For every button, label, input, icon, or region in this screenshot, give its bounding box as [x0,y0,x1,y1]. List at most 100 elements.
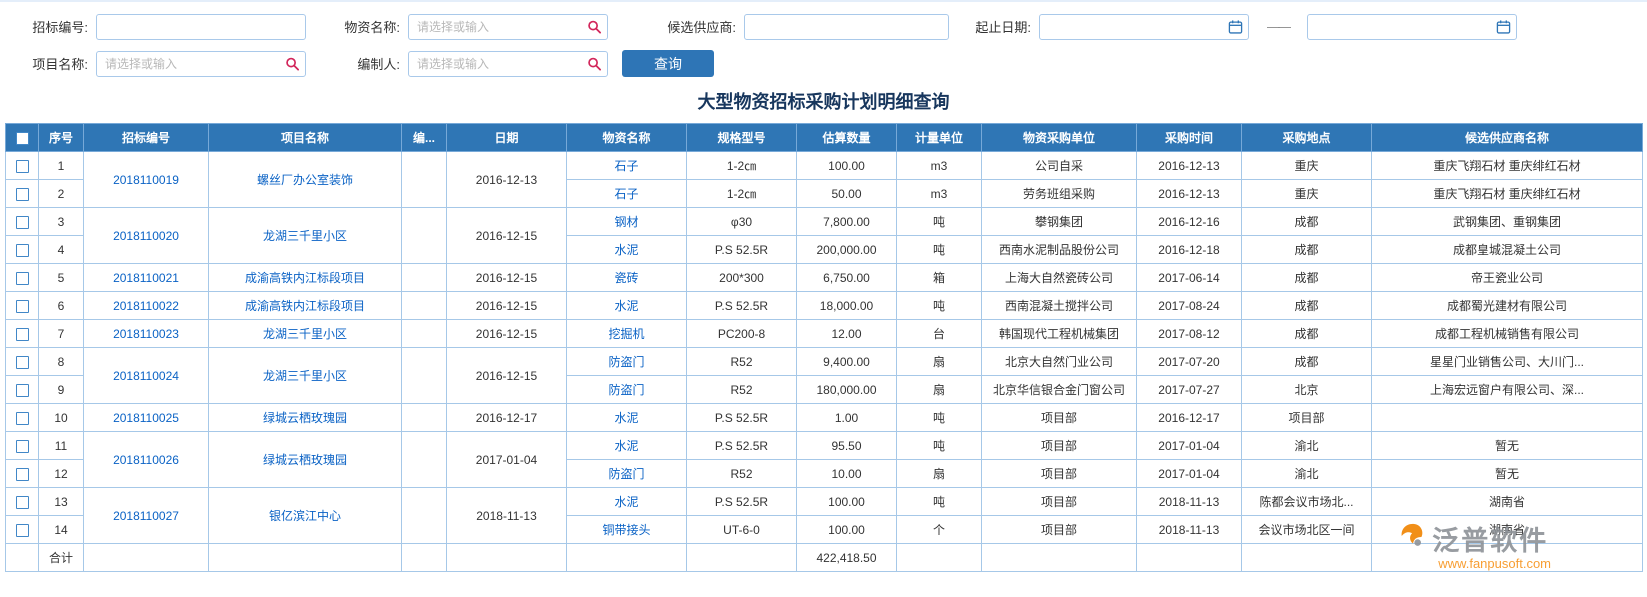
table-cell[interactable]: 瓷砖 [567,264,687,292]
table-cell[interactable]: 2018110022 [84,292,209,320]
row-checkbox[interactable] [16,216,29,229]
table-cell[interactable]: 龙湖三千里小区 [209,348,402,404]
row-checkbox[interactable] [16,384,29,397]
row-checkbox-cell[interactable] [6,236,39,264]
row-checkbox-cell[interactable] [6,320,39,348]
row-checkbox-cell[interactable] [6,376,39,404]
row-checkbox[interactable] [16,160,29,173]
cell-link[interactable]: 绿城云栖玫瑰园 [263,453,347,467]
table-cell[interactable]: 2018110019 [84,152,209,208]
row-checkbox-cell[interactable] [6,432,39,460]
cell-link[interactable]: 2018110024 [113,369,179,383]
table-cell[interactable]: 石子 [567,180,687,208]
row-checkbox-cell[interactable] [6,292,39,320]
table-cell[interactable]: 2018110025 [84,404,209,432]
cell-link[interactable]: 2018110022 [113,299,179,313]
row-checkbox-cell[interactable] [6,516,39,544]
row-checkbox-cell[interactable] [6,180,39,208]
cell-link[interactable]: 防盗门 [608,383,644,397]
material-name-input[interactable] [408,14,608,40]
search-icon[interactable] [587,19,602,34]
row-checkbox[interactable] [16,440,29,453]
compiler-input[interactable] [408,51,608,77]
table-cell[interactable]: 成渝高铁内江标段项目 [209,264,402,292]
select-all-header-cell[interactable] [6,124,39,152]
cell-link[interactable]: 水泥 [614,495,638,509]
project-name-input[interactable] [96,51,306,77]
row-checkbox[interactable] [16,524,29,537]
table-cell[interactable]: 2018110023 [84,320,209,348]
select-all-checkbox[interactable] [16,132,29,145]
calendar-icon[interactable] [1496,19,1511,34]
table-cell[interactable]: 成渝高铁内江标段项目 [209,292,402,320]
row-checkbox[interactable] [16,328,29,341]
row-checkbox-cell[interactable] [6,208,39,236]
cell-link[interactable]: 水泥 [614,243,638,257]
cell-link[interactable]: 2018110026 [113,453,179,467]
cell-link[interactable]: 银亿滨江中心 [269,509,341,523]
date-end-input[interactable] [1307,14,1517,40]
cell-link[interactable]: 防盗门 [608,355,644,369]
row-checkbox-cell[interactable] [6,488,39,516]
calendar-icon[interactable] [1228,19,1243,34]
table-cell[interactable]: 水泥 [567,292,687,320]
date-start-input[interactable] [1039,14,1249,40]
row-checkbox[interactable] [16,356,29,369]
cell-link[interactable]: 水泥 [614,299,638,313]
table-cell[interactable]: 防盗门 [567,376,687,404]
row-checkbox[interactable] [16,244,29,257]
cell-link[interactable]: 2018110020 [113,229,179,243]
row-checkbox[interactable] [16,496,29,509]
search-icon[interactable] [285,56,300,71]
table-cell[interactable]: 2018110021 [84,264,209,292]
cell-link[interactable]: 龙湖三千里小区 [263,369,347,383]
cell-link[interactable]: 成渝高铁内江标段项目 [245,271,365,285]
table-cell[interactable]: 水泥 [567,488,687,516]
table-cell[interactable]: 防盗门 [567,460,687,488]
row-checkbox[interactable] [16,412,29,425]
table-cell[interactable]: 铜带接头 [567,516,687,544]
row-checkbox[interactable] [16,272,29,285]
table-cell[interactable]: 2018110026 [84,432,209,488]
cell-link[interactable]: 瓷砖 [614,271,638,285]
cell-link[interactable]: 2018110025 [113,411,179,425]
cell-link[interactable]: 绿城云栖玫瑰园 [263,411,347,425]
cell-link[interactable]: 2018110019 [113,173,179,187]
cell-link[interactable]: 水泥 [614,439,638,453]
cell-link[interactable]: 2018110027 [113,509,179,523]
table-cell[interactable]: 水泥 [567,404,687,432]
row-checkbox-cell[interactable] [6,404,39,432]
row-checkbox-cell[interactable] [6,460,39,488]
table-cell[interactable]: 水泥 [567,236,687,264]
cell-link[interactable]: 龙湖三千里小区 [263,327,347,341]
query-button[interactable]: 查询 [622,50,714,77]
table-cell[interactable]: 绿城云栖玫瑰园 [209,404,402,432]
tender-no-input[interactable] [96,14,306,40]
row-checkbox[interactable] [16,468,29,481]
cell-link[interactable]: 石子 [614,159,638,173]
row-checkbox-cell[interactable] [6,348,39,376]
cell-link[interactable]: 成渝高铁内江标段项目 [245,299,365,313]
table-cell[interactable]: 2018110027 [84,488,209,544]
cell-link[interactable]: 铜带接头 [602,523,650,537]
row-checkbox[interactable] [16,188,29,201]
cell-link[interactable]: 防盗门 [608,467,644,481]
cell-link[interactable]: 钢材 [614,215,638,229]
table-cell[interactable]: 水泥 [567,432,687,460]
table-cell[interactable]: 螺丝厂办公室装饰 [209,152,402,208]
cell-link[interactable]: 螺丝厂办公室装饰 [257,173,353,187]
table-cell[interactable]: 石子 [567,152,687,180]
row-checkbox[interactable] [16,300,29,313]
table-cell[interactable]: 挖掘机 [567,320,687,348]
candidate-supplier-input[interactable] [744,14,949,40]
cell-link[interactable]: 水泥 [614,411,638,425]
cell-link[interactable]: 挖掘机 [608,327,644,341]
table-cell[interactable]: 钢材 [567,208,687,236]
table-cell[interactable]: 龙湖三千里小区 [209,320,402,348]
table-cell[interactable]: 2018110024 [84,348,209,404]
cell-link[interactable]: 2018110021 [113,271,179,285]
cell-link[interactable]: 石子 [614,187,638,201]
table-cell[interactable]: 龙湖三千里小区 [209,208,402,264]
row-checkbox-cell[interactable] [6,152,39,180]
cell-link[interactable]: 2018110023 [113,327,179,341]
